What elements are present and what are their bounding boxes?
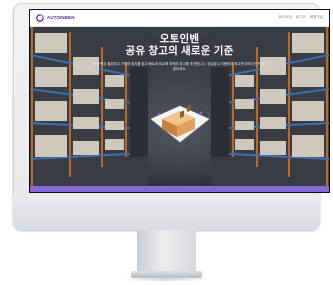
screen: AUTOINBEN 회사소개 로그인 회원가입 오토인벤 공유 창고의 새로운 … <box>30 10 329 192</box>
top-nav: 회사소개 로그인 회원가입 <box>279 15 323 20</box>
logo-icon <box>36 14 44 22</box>
accent-bar <box>30 186 329 192</box>
monitor-stand <box>137 230 196 274</box>
nav-item-signup[interactable]: 회원가입 <box>310 15 323 20</box>
hero-title-line1: 오토인벤 <box>159 33 200 45</box>
hero-title-line2: 공유 창고의 새로운 기준 <box>125 45 234 57</box>
nav-item-login[interactable]: 로그인 <box>296 15 306 20</box>
logo-text[interactable]: AUTOINBEN <box>47 15 75 20</box>
nav-item-about[interactable]: 회사소개 <box>279 15 292 20</box>
hero-section: 오토인벤 공유 창고의 새로운 기준 오토인벤은 물류창고 가격과 위치를 쉽고… <box>30 27 329 186</box>
monitor-chin <box>13 195 320 230</box>
monitor-stand-base <box>131 271 202 278</box>
hero-description: 오토인벤은 물류창고 가격과 위치를 쉽고 빠르게 비교해 최적의 창고를 추천… <box>90 62 269 71</box>
site-header: AUTOINBEN 회사소개 로그인 회원가입 <box>30 10 329 27</box>
warehouse-building-icon <box>150 104 210 143</box>
